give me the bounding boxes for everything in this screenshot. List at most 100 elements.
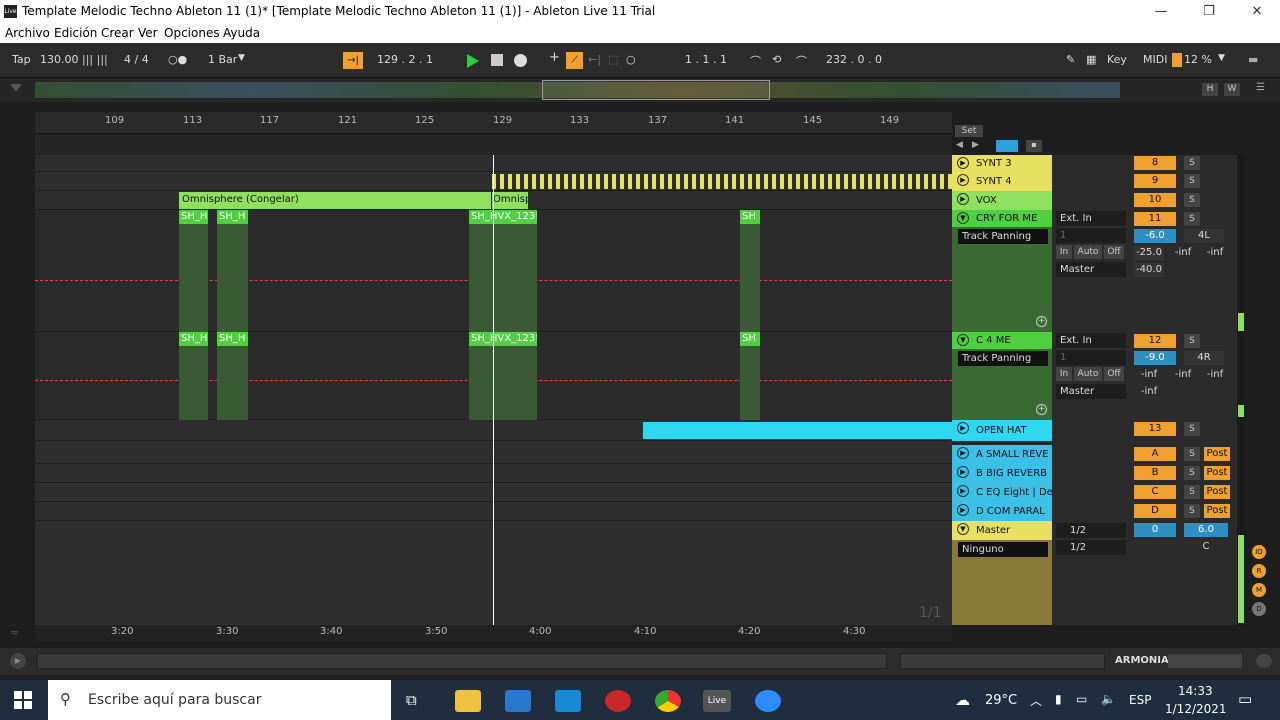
capture-icon[interactable]: ⬚ [608, 53, 618, 66]
input-channel-dropdown[interactable]: 1 [1056, 228, 1126, 243]
mini-device-view[interactable] [1168, 654, 1242, 668]
cue-output-dropdown[interactable]: 1/2 [1056, 540, 1126, 555]
fold-icon[interactable]: ▶ [957, 174, 969, 186]
send-d-field[interactable]: -inf [1134, 385, 1164, 399]
input-type-dropdown[interactable]: Ext. In [1056, 333, 1126, 348]
menu-opciones[interactable]: Opciones [164, 26, 220, 40]
pan-field[interactable]: 4R [1184, 351, 1224, 365]
app-red-icon[interactable] [605, 690, 631, 712]
output-dropdown[interactable]: Master [1056, 384, 1126, 399]
arrangement-position[interactable]: 129 . 2 . 1 [377, 53, 433, 66]
temperature[interactable]: 29°C [985, 693, 1017, 708]
fold-icon[interactable]: ▶ [957, 193, 969, 205]
task-view-icon[interactable]: ⧉ [406, 691, 417, 709]
send-a-field[interactable]: -inf [1134, 368, 1164, 382]
loop-start-field[interactable]: 1 . 1 . 1 [685, 53, 727, 66]
post-button[interactable]: Post [1204, 447, 1230, 461]
menu-lines-icon[interactable]: ☰ [1256, 82, 1272, 96]
track-header-cry-for-me[interactable]: ▼ CRY FOR ME Track Panning + [952, 210, 1052, 381]
automation-arm-icon[interactable]: ⟋ [566, 52, 583, 69]
volume-field[interactable]: -9.0 [1134, 351, 1176, 365]
automation-chooser[interactable]: Track Panning [958, 229, 1048, 244]
track-activator[interactable]: 13 [1134, 422, 1176, 436]
input-channel-dropdown[interactable]: 1 [1056, 350, 1126, 365]
tempo-field[interactable]: 130.00 [40, 53, 79, 66]
monitor-off-button[interactable]: Off [1104, 367, 1124, 381]
arrangement-overview[interactable]: H W ☰ [0, 78, 1280, 102]
add-lane-icon[interactable]: + [1036, 404, 1047, 415]
post-button[interactable]: Post [1204, 466, 1230, 480]
windows-start-icon[interactable] [14, 691, 32, 709]
track-header-return-b[interactable]: ▶ B BIG REVERB [952, 464, 1052, 483]
collapse-icon[interactable] [10, 84, 22, 92]
track-header-synt3[interactable]: ▶ SYNT 3 [952, 155, 1052, 172]
midi-map-button[interactable]: MIDI [1143, 53, 1167, 66]
solo-button[interactable]: S [1184, 504, 1200, 518]
automation-chooser[interactable]: Track Panning [958, 351, 1048, 366]
monitor-in-button[interactable]: In [1056, 367, 1072, 381]
chrome-icon[interactable] [655, 690, 681, 712]
network-icon[interactable]: ▭ [1076, 692, 1087, 706]
menu-ver[interactable]: Ver [138, 26, 158, 40]
send-c-field[interactable]: -inf [1200, 246, 1230, 260]
lock-icon[interactable]: ▪ [1026, 140, 1042, 152]
clock-time[interactable]: 14:33 [1178, 684, 1213, 698]
set-locator-button[interactable]: Set [955, 125, 983, 137]
send-b-field[interactable]: -inf [1168, 368, 1198, 382]
add-lane-icon[interactable]: + [1036, 316, 1047, 327]
clip-omnisphere[interactable]: Omnisphere (Congelar) [179, 192, 491, 209]
prev-locator-icon[interactable]: ◀ [956, 140, 963, 150]
key-map-button[interactable]: Key [1107, 53, 1127, 66]
track-activator[interactable]: 8 [1134, 156, 1176, 170]
track-header-return-c[interactable]: ▶ C EQ Eight | De [952, 483, 1052, 502]
track-activator[interactable]: C [1134, 485, 1176, 499]
beat-ruler[interactable]: 109 113 117 121 125 129 133 137 141 145 … [35, 112, 952, 134]
monitor-auto-button[interactable]: Auto [1074, 367, 1102, 381]
send-b-field[interactable]: -inf [1168, 246, 1198, 260]
clip-body[interactable] [740, 210, 760, 332]
record-icon[interactable] [514, 54, 527, 67]
stop-icon[interactable] [491, 54, 503, 66]
track-title[interactable]: ▼ CRY FOR ME [952, 210, 1052, 227]
file-explorer-icon[interactable] [455, 690, 481, 712]
synt4-midi-notes[interactable] [492, 174, 952, 189]
usb-icon[interactable]: ▮ [1055, 692, 1062, 706]
monitor-in-button[interactable]: In [1056, 245, 1072, 259]
solo-button[interactable]: S [1184, 174, 1200, 188]
track-activator[interactable]: D [1134, 504, 1176, 518]
device-toggle-icon[interactable] [1256, 654, 1272, 668]
track-header-vox[interactable]: ▶ VOX [952, 191, 1052, 210]
arrangement-view[interactable]: Omnisphere (Congelar) Omnisp SH_H SH_H S… [35, 155, 952, 625]
clip-body[interactable] [217, 210, 248, 332]
solo-button[interactable]: S [1184, 447, 1200, 461]
fold-icon[interactable]: ▶ [957, 422, 969, 434]
follow-expand-icon[interactable] [996, 140, 1018, 152]
delay-toggle-icon[interactable]: D [1252, 602, 1266, 616]
track-header-master[interactable]: ▼ Master Ninguno [952, 521, 1052, 625]
clip-sh-h-2[interactable]: SH_H [217, 210, 248, 224]
menu-archivo[interactable]: Archivo [5, 26, 50, 40]
punch-in-icon[interactable]: ⌒ [750, 53, 761, 69]
fold-icon[interactable]: ▼ [957, 334, 969, 346]
master-output-dropdown[interactable]: 1/2 [1056, 523, 1126, 538]
nudge-icon[interactable]: ||| ||| [82, 53, 108, 66]
close-icon[interactable]: ✕ [1234, 0, 1280, 23]
fold-icon[interactable]: ▶ [957, 485, 969, 497]
solo-button[interactable]: S [1184, 334, 1200, 348]
fold-icon[interactable]: ▼ [957, 523, 969, 535]
loop-switch-icon[interactable]: ⟲ [772, 53, 781, 66]
clip-omnisphere-2[interactable]: Omnisp [492, 192, 528, 209]
mail-icon[interactable] [555, 690, 581, 712]
input-type-dropdown[interactable]: Ext. In [1056, 211, 1126, 226]
draw-mode-icon[interactable]: ✎ [1066, 53, 1075, 66]
fold-icon[interactable]: ▶ [957, 447, 969, 459]
clip-sh-h-2[interactable]: SH_H [217, 332, 248, 346]
volume-icon[interactable]: 🔈 [1101, 692, 1116, 706]
clip-sh[interactable]: SH [740, 210, 760, 224]
solo-button[interactable]: S [1184, 156, 1200, 170]
keyboard-icon[interactable]: ▦ [1086, 53, 1096, 66]
ableton-live-icon[interactable]: Live [703, 690, 731, 712]
monitor-off-button[interactable]: Off [1104, 245, 1124, 259]
clip-sh[interactable]: SH [740, 332, 760, 346]
session-record-icon[interactable]: ○ [626, 53, 636, 66]
